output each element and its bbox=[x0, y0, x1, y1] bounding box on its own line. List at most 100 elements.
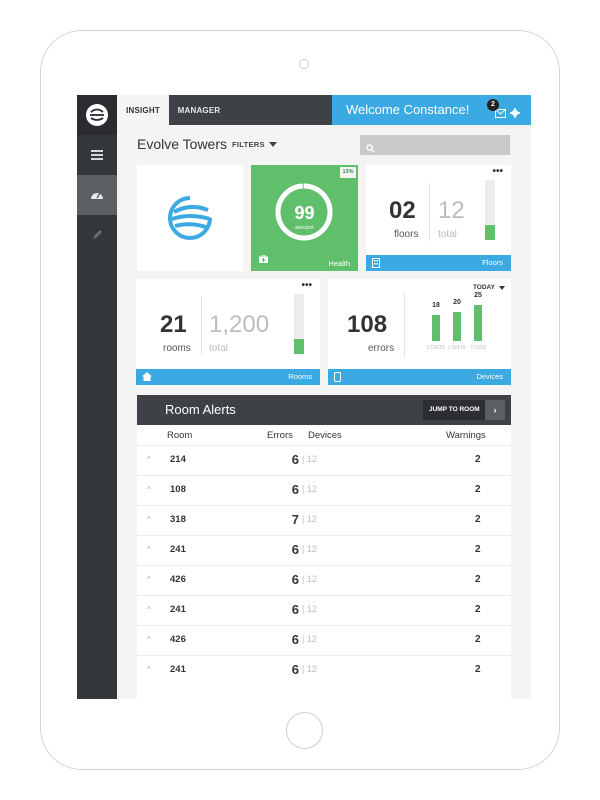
expand-chevron-icon[interactable]: ^ bbox=[147, 515, 151, 524]
row-room: 426 bbox=[170, 634, 186, 645]
device-bar-value: 25 bbox=[474, 292, 482, 299]
row-warnings: 2 bbox=[475, 604, 481, 615]
floors-footer: Floors bbox=[366, 255, 511, 271]
floors-progress-fill bbox=[485, 225, 495, 240]
gear-icon[interactable] bbox=[510, 105, 520, 123]
device-icon bbox=[334, 372, 341, 384]
floors-divider bbox=[429, 183, 430, 241]
row-errors: 6 bbox=[291, 452, 299, 467]
welcome-banner: Welcome Constance! 2 bbox=[332, 95, 531, 125]
row-devices: | 12 bbox=[302, 514, 317, 524]
tab-insight[interactable]: INSIGHT bbox=[117, 95, 169, 125]
expand-chevron-icon[interactable]: ^ bbox=[147, 575, 151, 584]
devices-divider bbox=[404, 293, 405, 357]
dashboard-icon[interactable] bbox=[77, 175, 117, 215]
row-warnings: 2 bbox=[475, 484, 481, 495]
expand-chevron-icon[interactable]: ^ bbox=[147, 665, 151, 674]
expand-chevron-icon[interactable]: ^ bbox=[147, 455, 151, 464]
caret-down-icon bbox=[499, 285, 505, 290]
top-bar: INSIGHT MANAGER Welcome Constance! 2 bbox=[117, 95, 531, 125]
row-errors: 6 bbox=[291, 482, 299, 497]
device-bar-value: 20 bbox=[453, 299, 461, 306]
table-row[interactable]: ^ 241 6 | 12 2 bbox=[137, 655, 511, 685]
camera-dot bbox=[299, 59, 309, 69]
rooms-label: rooms bbox=[163, 343, 191, 354]
floors-total: 12 bbox=[438, 197, 465, 224]
table-row[interactable]: ^ 318 7 | 12 2 bbox=[137, 505, 511, 535]
table-row[interactable]: ^ 426 6 | 12 2 bbox=[137, 565, 511, 595]
app-screen: INSIGHT MANAGER Welcome Constance! 2 Evo… bbox=[77, 95, 531, 699]
row-room: 108 bbox=[170, 484, 186, 495]
sidebar bbox=[77, 95, 117, 699]
floors-progress-bar bbox=[485, 180, 495, 240]
row-errors: 6 bbox=[291, 662, 299, 677]
row-errors: 6 bbox=[291, 632, 299, 647]
row-warnings: 2 bbox=[475, 454, 481, 465]
page-title: Evolve Towers bbox=[137, 136, 228, 152]
home-icon bbox=[142, 372, 152, 383]
row-devices: | 12 bbox=[302, 574, 317, 584]
floors-menu-icon[interactable]: ••• bbox=[492, 167, 503, 177]
row-devices: | 12 bbox=[302, 634, 317, 644]
col-header-room: Room bbox=[167, 430, 193, 441]
rooms-menu-icon[interactable]: ••• bbox=[301, 281, 312, 291]
devices-tile[interactable]: TODAY 108 errors 18 LCM15 20 LSM15 25 T1000 D… bbox=[328, 279, 511, 385]
tab-manager[interactable]: MANAGER bbox=[169, 95, 229, 125]
notification-badge: 2 bbox=[487, 99, 499, 111]
rooms-total: 1,200 bbox=[209, 311, 270, 338]
floors-value: 02 bbox=[389, 197, 416, 224]
device-bar-value: 18 bbox=[432, 302, 440, 309]
search-box[interactable] bbox=[360, 135, 510, 155]
device-bar bbox=[432, 315, 440, 341]
table-row[interactable]: ^ 108 6 | 12 2 bbox=[137, 475, 511, 505]
jump-to-room-label: JUMP TO ROOM bbox=[429, 406, 480, 413]
col-header-devices: Devices bbox=[308, 430, 342, 441]
room-alerts-header: Room Alerts JUMP TO ROOM › bbox=[137, 395, 511, 425]
table-row[interactable]: ^ 241 6 | 12 2 bbox=[137, 595, 511, 625]
col-header-warnings: Warnings bbox=[446, 430, 486, 441]
expand-chevron-icon[interactable]: ^ bbox=[147, 545, 151, 554]
brand-tile bbox=[137, 165, 243, 271]
menu-icon[interactable] bbox=[77, 135, 117, 175]
expand-chevron-icon[interactable]: ^ bbox=[147, 485, 151, 494]
first-aid-icon bbox=[259, 250, 268, 268]
health-tile[interactable]: 13% 99 percent Health bbox=[251, 165, 358, 271]
expand-chevron-icon[interactable]: ^ bbox=[147, 635, 151, 644]
floors-tile[interactable]: ••• 02 floors 12 total Floors bbox=[366, 165, 511, 271]
row-warnings: 2 bbox=[475, 634, 481, 645]
devices-footer: Devices bbox=[328, 369, 511, 385]
search-icon bbox=[366, 140, 375, 158]
device-bar-label: T1000 bbox=[470, 345, 486, 351]
table-row[interactable]: ^ 241 6 | 12 2 bbox=[137, 535, 511, 565]
devices-label: errors bbox=[368, 343, 395, 354]
floors-total-label: total bbox=[438, 229, 457, 240]
device-bar bbox=[453, 312, 461, 341]
row-room: 426 bbox=[170, 574, 186, 585]
row-warnings: 2 bbox=[475, 514, 481, 525]
table-row[interactable]: ^ 426 6 | 12 2 bbox=[137, 625, 511, 655]
expand-chevron-icon[interactable]: ^ bbox=[147, 605, 151, 614]
rooms-divider bbox=[201, 297, 202, 355]
row-room: 241 bbox=[170, 604, 186, 615]
home-button[interactable] bbox=[286, 712, 323, 749]
row-room: 318 bbox=[170, 514, 186, 525]
row-errors: 6 bbox=[291, 542, 299, 557]
filters-dropdown[interactable]: FILTERS bbox=[232, 140, 277, 149]
pencil-icon[interactable] bbox=[77, 215, 117, 255]
jump-to-room-button[interactable]: JUMP TO ROOM › bbox=[423, 400, 505, 420]
chevron-right-icon: › bbox=[485, 400, 505, 420]
building-icon bbox=[372, 258, 380, 270]
floors-label: floors bbox=[394, 229, 419, 240]
floors-footer-label: Floors bbox=[482, 258, 503, 267]
search-input[interactable] bbox=[378, 137, 506, 153]
period-dropdown[interactable]: TODAY bbox=[473, 284, 505, 291]
table-row[interactable]: ^ 214 6 | 12 2 bbox=[137, 445, 511, 475]
filters-label: FILTERS bbox=[232, 140, 265, 149]
row-room: 241 bbox=[170, 544, 186, 555]
rooms-total-label: total bbox=[209, 343, 228, 354]
row-devices: | 12 bbox=[302, 454, 317, 464]
evolve-logo-icon[interactable] bbox=[77, 95, 117, 135]
row-devices: | 12 bbox=[302, 604, 317, 614]
row-errors: 7 bbox=[291, 512, 299, 527]
rooms-tile[interactable]: ••• 21 rooms 1,200 total Rooms bbox=[136, 279, 320, 385]
